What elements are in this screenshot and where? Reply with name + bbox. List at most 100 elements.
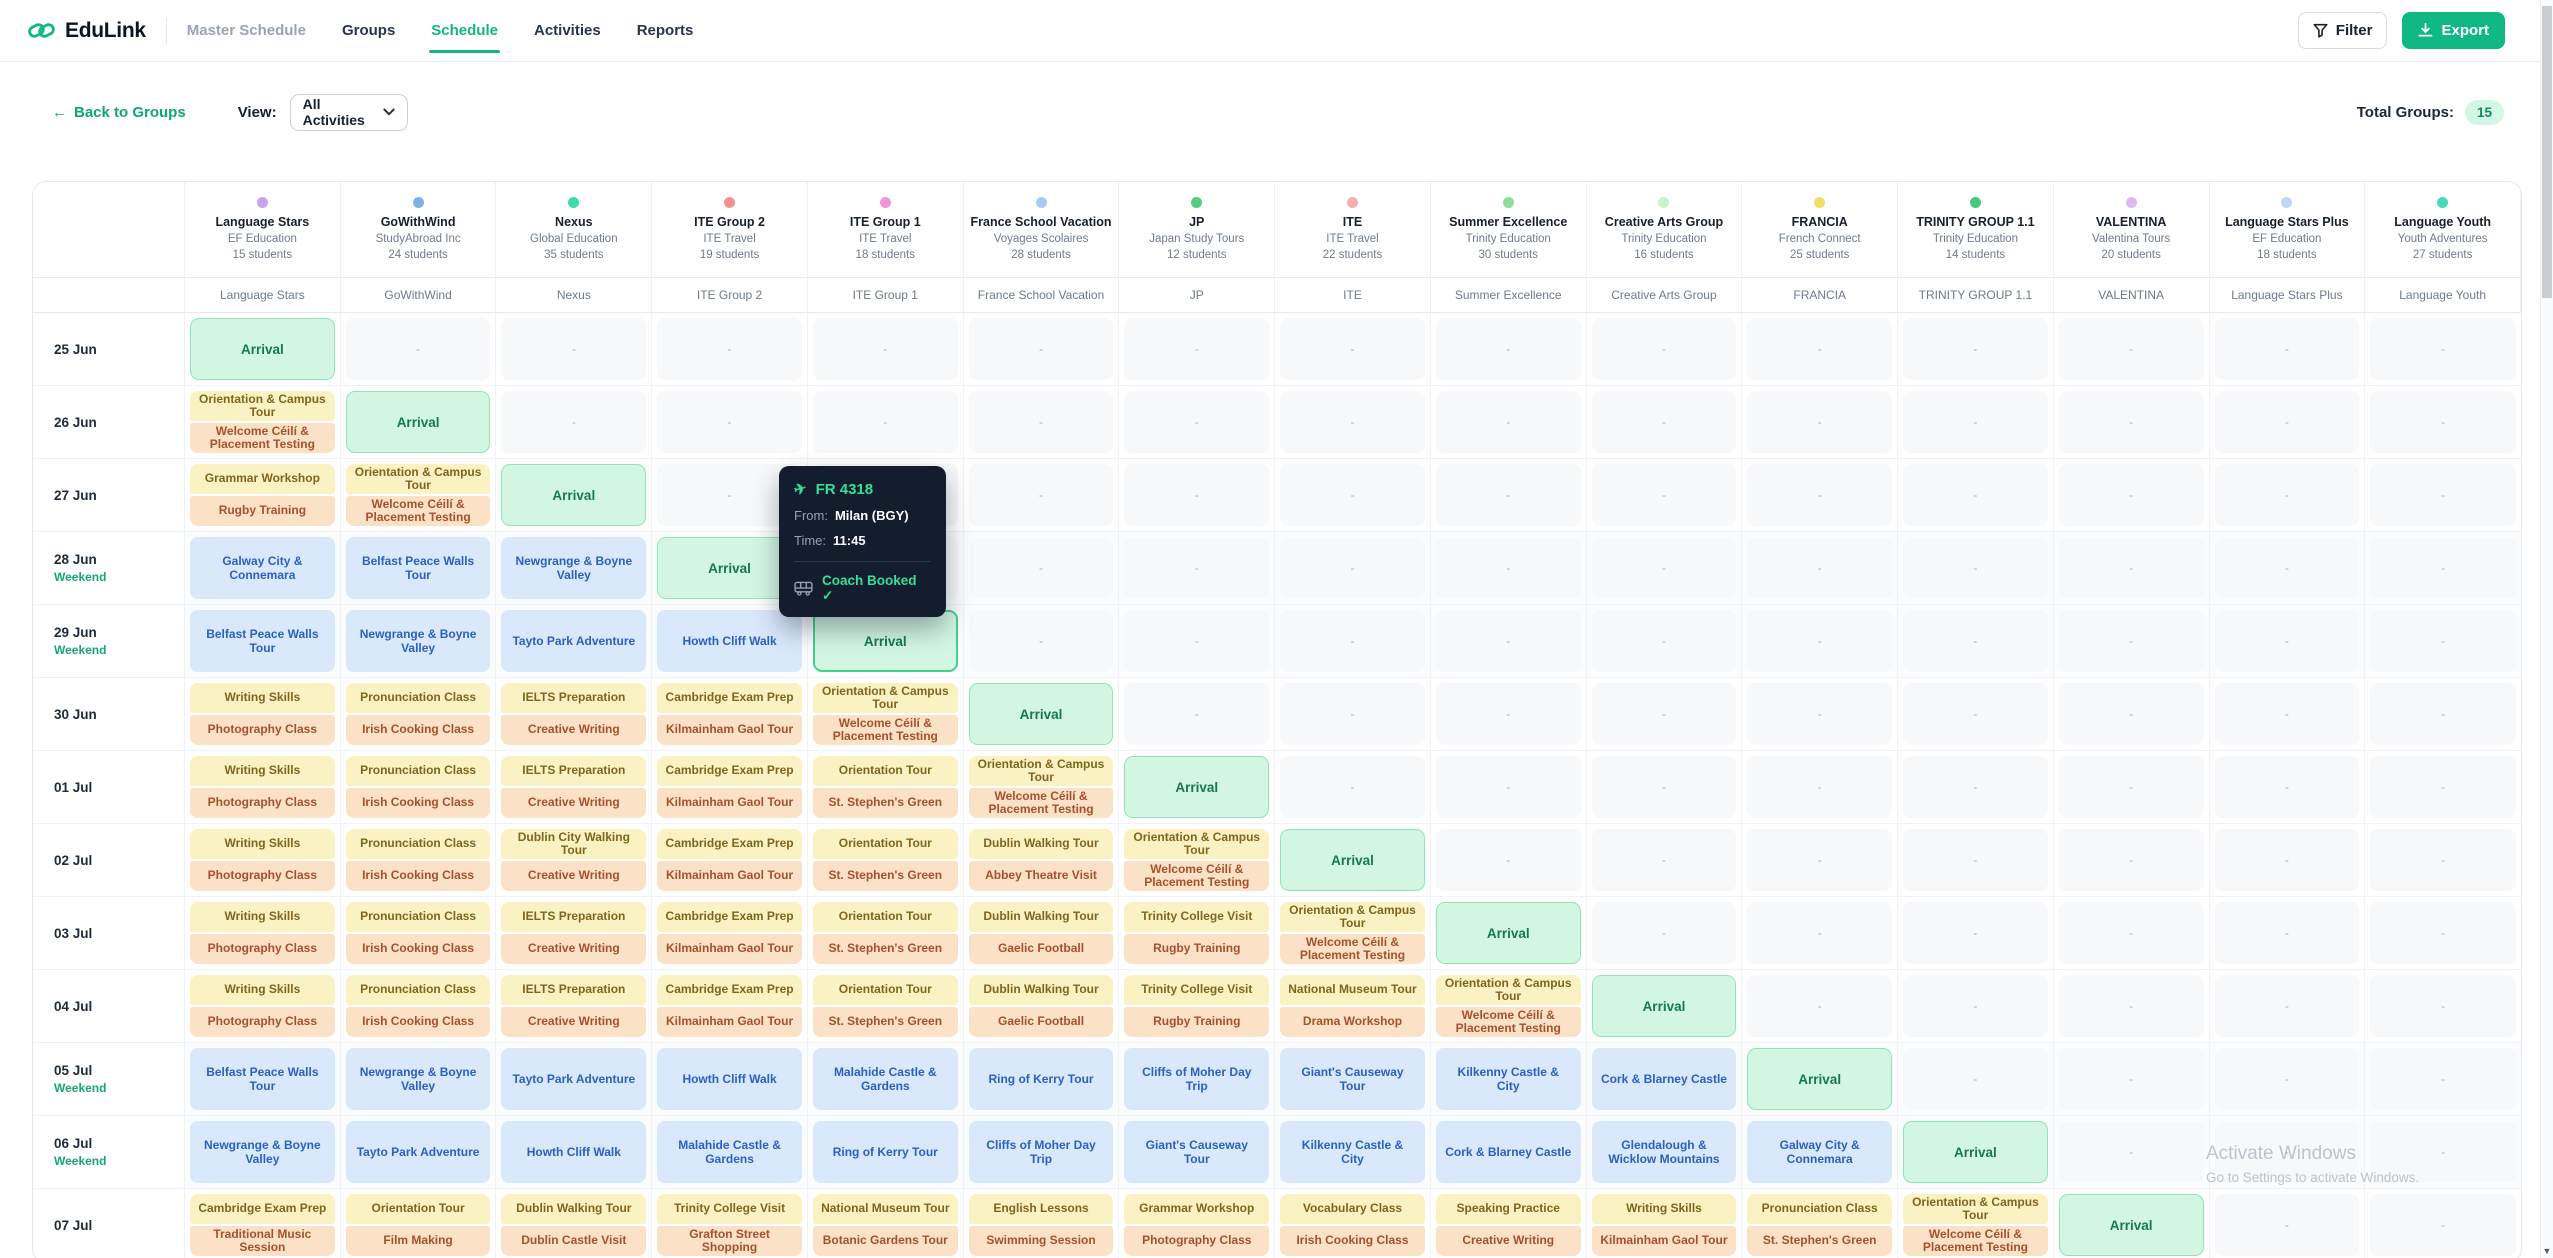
afternoon-activity-chip[interactable]: Film Making [346, 1226, 491, 1256]
cell-02-jul-ite[interactable]: Arrival [1275, 824, 1431, 897]
afternoon-activity-chip[interactable]: Traditional Music Session [190, 1226, 335, 1256]
morning-activity-chip[interactable]: Writing Skills [1592, 1194, 1737, 1224]
morning-activity-chip[interactable]: Orientation Tour [813, 975, 958, 1005]
cell-06-jul-language-stars[interactable]: Newgrange & Boyne Valley [185, 1116, 341, 1189]
cell-03-jul-ite[interactable]: Orientation & Campus TourWelcome Céilí &… [1275, 897, 1431, 970]
cell-07-jul-francia[interactable]: Pronunciation ClassSt. Stephen's Green [1742, 1189, 1898, 1258]
afternoon-activity-chip[interactable]: Rugby Training [1124, 934, 1269, 964]
excursion-chip[interactable]: Kilkenny Castle & City [1436, 1048, 1581, 1110]
morning-activity-chip[interactable]: Writing Skills [190, 683, 335, 713]
cell-06-jul-ite-group-2[interactable]: Malahide Castle & Gardens [652, 1116, 808, 1189]
afternoon-activity-chip[interactable]: Photography Class [190, 861, 335, 891]
cell-05-jul-ite[interactable]: Giant's Causeway Tour [1275, 1043, 1431, 1116]
cell-01-jul-ite-group-1[interactable]: Orientation TourSt. Stephen's Green [808, 751, 964, 824]
morning-activity-chip[interactable]: Pronunciation Class [346, 829, 491, 859]
afternoon-activity-chip[interactable]: Rugby Training [190, 496, 335, 526]
afternoon-activity-chip[interactable]: Kilmainham Gaol Tour [657, 715, 802, 745]
afternoon-activity-chip[interactable]: Welcome Céilí & Placement Testing [813, 715, 958, 745]
cell-02-jul-gowithwind[interactable]: Pronunciation ClassIrish Cooking Class [341, 824, 497, 897]
back-to-groups-link[interactable]: ← Back to Groups [52, 104, 186, 121]
arrival-chip[interactable]: Arrival [1903, 1121, 2048, 1183]
morning-activity-chip[interactable]: IELTS Preparation [501, 902, 646, 932]
afternoon-activity-chip[interactable]: Creative Writing [1436, 1226, 1581, 1256]
cell-02-jul-france-school-vacation[interactable]: Dublin Walking TourAbbey Theatre Visit [964, 824, 1120, 897]
morning-activity-chip[interactable]: Dublin Walking Tour [969, 975, 1114, 1005]
afternoon-activity-chip[interactable]: Drama Workshop [1280, 1007, 1425, 1037]
arrival-chip[interactable]: Arrival [1124, 756, 1269, 818]
group-header-language-stars[interactable]: Language StarsEF Education15 students [185, 182, 341, 278]
morning-activity-chip[interactable]: Orientation & Campus Tour [190, 391, 335, 421]
brand-logo[interactable]: EduLink [28, 17, 146, 44]
excursion-chip[interactable]: Belfast Peace Walls Tour [346, 537, 491, 599]
morning-activity-chip[interactable]: Grammar Workshop [1124, 1194, 1269, 1224]
cell-30-jun-ite-group-2[interactable]: Cambridge Exam PrepKilmainham Gaol Tour [652, 678, 808, 751]
nav-item-reports[interactable]: Reports [637, 0, 694, 62]
cell-03-jul-ite-group-1[interactable]: Orientation TourSt. Stephen's Green [808, 897, 964, 970]
cell-02-jul-ite-group-1[interactable]: Orientation TourSt. Stephen's Green [808, 824, 964, 897]
cell-06-jul-gowithwind[interactable]: Tayto Park Adventure [341, 1116, 497, 1189]
afternoon-activity-chip[interactable]: Creative Writing [501, 1007, 646, 1037]
excursion-chip[interactable]: Cork & Blarney Castle [1436, 1121, 1581, 1183]
group-header-ite-group-1[interactable]: ITE Group 1ITE Travel18 students [808, 182, 964, 278]
excursion-chip[interactable]: Giant's Causeway Tour [1280, 1048, 1425, 1110]
nav-item-schedule[interactable]: Schedule [431, 0, 498, 62]
morning-activity-chip[interactable]: Orientation Tour [346, 1194, 491, 1224]
afternoon-activity-chip[interactable]: St. Stephen's Green [1747, 1226, 1892, 1256]
morning-activity-chip[interactable]: Vocabulary Class [1280, 1194, 1425, 1224]
cell-04-jul-summer-excellence[interactable]: Orientation & Campus TourWelcome Céilí &… [1431, 970, 1587, 1043]
group-header-trinity-group-1-1[interactable]: TRINITY GROUP 1.1Trinity Education14 stu… [1898, 182, 2054, 278]
group-header-nexus[interactable]: NexusGlobal Education35 students [496, 182, 652, 278]
excursion-chip[interactable]: Newgrange & Boyne Valley [346, 1048, 491, 1110]
group-header-summer-excellence[interactable]: Summer ExcellenceTrinity Education30 stu… [1431, 182, 1587, 278]
morning-activity-chip[interactable]: Writing Skills [190, 902, 335, 932]
afternoon-activity-chip[interactable]: Botanic Gardens Tour [813, 1226, 958, 1256]
cell-01-jul-language-stars[interactable]: Writing SkillsPhotography Class [185, 751, 341, 824]
afternoon-activity-chip[interactable]: Creative Writing [501, 861, 646, 891]
excursion-chip[interactable]: Ring of Kerry Tour [813, 1121, 958, 1183]
afternoon-activity-chip[interactable]: Irish Cooking Class [346, 861, 491, 891]
cell-01-jul-ite-group-2[interactable]: Cambridge Exam PrepKilmainham Gaol Tour [652, 751, 808, 824]
cell-02-jul-nexus[interactable]: Dublin City Walking TourCreative Writing [496, 824, 652, 897]
arrival-chip[interactable]: Arrival [969, 683, 1114, 745]
morning-activity-chip[interactable]: IELTS Preparation [501, 975, 646, 1005]
excursion-chip[interactable]: Howth Cliff Walk [657, 1048, 802, 1110]
excursion-chip[interactable]: Ring of Kerry Tour [969, 1048, 1114, 1110]
cell-04-jul-jp[interactable]: Trinity College VisitRugby Training [1119, 970, 1275, 1043]
morning-activity-chip[interactable]: Pronunciation Class [346, 683, 491, 713]
morning-activity-chip[interactable]: Pronunciation Class [346, 975, 491, 1005]
arrival-chip[interactable]: Arrival [190, 318, 335, 380]
cell-30-jun-language-stars[interactable]: Writing SkillsPhotography Class [185, 678, 341, 751]
morning-activity-chip[interactable]: Pronunciation Class [346, 902, 491, 932]
cell-29-jun-gowithwind[interactable]: Newgrange & Boyne Valley [341, 605, 497, 678]
arrival-chip[interactable]: Arrival [501, 464, 646, 526]
morning-activity-chip[interactable]: Cambridge Exam Prep [657, 829, 802, 859]
excursion-chip[interactable]: Malahide Castle & Gardens [657, 1121, 802, 1183]
excursion-chip[interactable]: Cork & Blarney Castle [1592, 1048, 1737, 1110]
cell-07-jul-creative-arts-group[interactable]: Writing SkillsKilmainham Gaol Tour [1587, 1189, 1743, 1258]
afternoon-activity-chip[interactable]: Dublin Castle Visit [501, 1226, 646, 1256]
cell-28-jun-gowithwind[interactable]: Belfast Peace Walls Tour [341, 532, 497, 605]
cell-07-jul-ite[interactable]: Vocabulary ClassIrish Cooking Class [1275, 1189, 1431, 1258]
view-select[interactable]: All Activities [290, 94, 408, 131]
cell-03-jul-ite-group-2[interactable]: Cambridge Exam PrepKilmainham Gaol Tour [652, 897, 808, 970]
arrival-chip[interactable]: Arrival [1747, 1048, 1892, 1110]
cell-04-jul-language-stars[interactable]: Writing SkillsPhotography Class [185, 970, 341, 1043]
cell-05-jul-summer-excellence[interactable]: Kilkenny Castle & City [1431, 1043, 1587, 1116]
cell-07-jul-france-school-vacation[interactable]: English LessonsSwimming Session [964, 1189, 1120, 1258]
cell-07-jul-valentina[interactable]: Arrival [2054, 1189, 2210, 1258]
group-header-language-stars-plus[interactable]: Language Stars PlusEF Education18 studen… [2210, 182, 2366, 278]
morning-activity-chip[interactable]: Pronunciation Class [346, 756, 491, 786]
excursion-chip[interactable]: Belfast Peace Walls Tour [190, 610, 335, 672]
afternoon-activity-chip[interactable]: Photography Class [1124, 1226, 1269, 1256]
morning-activity-chip[interactable]: Trinity College Visit [1124, 902, 1269, 932]
afternoon-activity-chip[interactable]: Creative Writing [501, 788, 646, 818]
scrollbar-thumb[interactable] [2542, 6, 2552, 298]
cell-25-jun-language-stars[interactable]: Arrival [185, 313, 341, 386]
morning-activity-chip[interactable]: Orientation & Campus Tour [1280, 902, 1425, 932]
morning-activity-chip[interactable]: IELTS Preparation [501, 756, 646, 786]
cell-07-jul-ite-group-1[interactable]: National Museum TourBotanic Gardens Tour [808, 1189, 964, 1258]
morning-activity-chip[interactable]: Orientation & Campus Tour [1436, 975, 1581, 1005]
afternoon-activity-chip[interactable]: Gaelic Football [969, 1007, 1114, 1037]
cell-04-jul-nexus[interactable]: IELTS PreparationCreative Writing [496, 970, 652, 1043]
nav-item-groups[interactable]: Groups [342, 0, 395, 62]
